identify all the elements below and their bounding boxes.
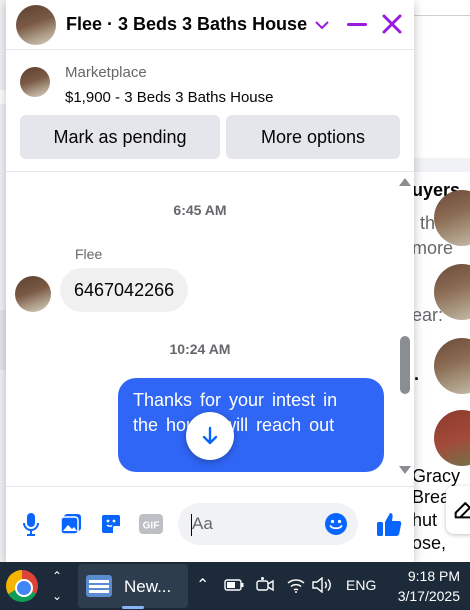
sticker-button[interactable] — [98, 511, 124, 537]
outgoing-message-bubble[interactable]: Thanks for your intest in the house will… — [118, 378, 384, 472]
message-input-wrapper — [178, 503, 358, 545]
background-text-8: ose, — [412, 533, 447, 553]
chat-title[interactable]: Flee · 3 Beds 3 Baths House — [66, 14, 307, 35]
gif-icon: GIF — [139, 514, 163, 534]
background-text-5: Gracy — [412, 466, 461, 486]
wifi-icon[interactable] — [286, 577, 306, 593]
thumbs-up-icon — [377, 513, 402, 536]
clock-date: 3/17/2025 — [397, 588, 460, 604]
message-timestamp: 10:24 AM — [169, 341, 231, 357]
listing-title[interactable]: $1,900 - 3 Beds 3 Baths House — [65, 89, 273, 106]
like-button[interactable] — [374, 509, 404, 539]
taskbar-clock[interactable]: 9:18 PM 3/17/2025 — [394, 566, 460, 606]
chat-window: Flee · 3 Beds 3 Baths House Marketplace … — [6, 0, 414, 562]
background-divider — [412, 158, 470, 172]
input-language-indicator[interactable]: ENG — [346, 577, 376, 593]
close-icon[interactable] — [380, 12, 404, 36]
message-composer: GIF — [6, 486, 414, 562]
chrome-icon[interactable] — [6, 570, 38, 602]
active-app-indicator — [122, 606, 144, 609]
emoji-icon[interactable] — [324, 512, 348, 536]
background-panel: uyers th more ear: . Gracy Brea hut ose, — [412, 0, 470, 562]
background-topbar — [412, 0, 470, 16]
chevron-down-icon[interactable] — [315, 20, 329, 30]
photo-gallery-icon — [60, 514, 81, 535]
sticker-icon — [102, 515, 120, 533]
taskbar-overflow-arrows[interactable]: ⌃ ⌄ — [52, 566, 62, 606]
windows-taskbar: ⌃ ⌄ New... ⌃ ENG 9:18 PM 3/17/2025 — [0, 562, 470, 610]
taskbar-app-label: New... — [124, 577, 172, 596]
scroll-to-bottom-button[interactable] — [186, 412, 234, 460]
attach-media-button[interactable] — [58, 511, 84, 537]
background-text-1: th — [420, 213, 436, 233]
scroll-up-arrow-icon[interactable] — [399, 178, 411, 186]
mark-as-pending-button[interactable]: Mark as pending — [20, 115, 220, 159]
minimize-icon[interactable] — [347, 23, 367, 26]
listing-avatar[interactable] — [20, 67, 50, 97]
listing-thumbnail[interactable] — [434, 338, 470, 394]
camera-in-use-icon[interactable] — [256, 576, 274, 594]
clock-time: 9:18 PM — [407, 568, 460, 584]
arrow-down-icon — [202, 426, 218, 445]
scrollbar-thumb[interactable] — [400, 336, 410, 394]
volume-icon[interactable] — [312, 577, 334, 593]
sender-name: Flee — [75, 246, 103, 262]
message-input[interactable] — [192, 503, 322, 545]
chevron-down-icon[interactable]: ⌄ — [52, 586, 62, 606]
marketplace-listing-panel: Marketplace $1,900 - 3 Beds 3 Baths Hous… — [6, 50, 414, 172]
avatar[interactable] — [16, 4, 56, 45]
chevron-up-icon[interactable]: ⌃ — [52, 566, 62, 586]
new-message-button[interactable] — [446, 486, 470, 534]
show-hidden-icons-chevron-icon[interactable]: ⌃ — [196, 575, 209, 595]
compose-icon — [454, 502, 470, 519]
more-options-button[interactable]: More options — [226, 115, 400, 159]
voice-clip-button[interactable] — [18, 511, 44, 537]
microphone-icon — [23, 513, 39, 536]
incoming-message-bubble[interactable]: 6467042266 — [60, 268, 189, 312]
background-text-7: hut — [412, 510, 438, 530]
message-timestamp: 6:45 AM — [173, 202, 227, 218]
sender-avatar[interactable] — [15, 276, 51, 312]
background-text-4: . — [414, 364, 420, 384]
background-text-6: Brea — [412, 487, 451, 507]
svg-text:GIF: GIF — [143, 521, 160, 532]
marketplace-label: Marketplace — [65, 64, 147, 81]
message-list: 6:45 AM Flee 6467042266 10:24 AM Thanks … — [6, 172, 414, 486]
listing-thumbnail[interactable] — [434, 410, 470, 466]
scroll-down-arrow-icon[interactable] — [399, 466, 411, 474]
chat-header[interactable]: Flee · 3 Beds 3 Baths House — [6, 0, 414, 50]
gif-button[interactable]: GIF — [138, 511, 164, 537]
battery-icon[interactable] — [224, 579, 244, 591]
message-scrollbar[interactable] — [396, 172, 414, 486]
taskbar-app-button[interactable]: New... — [78, 564, 188, 609]
news-app-icon — [86, 575, 112, 597]
